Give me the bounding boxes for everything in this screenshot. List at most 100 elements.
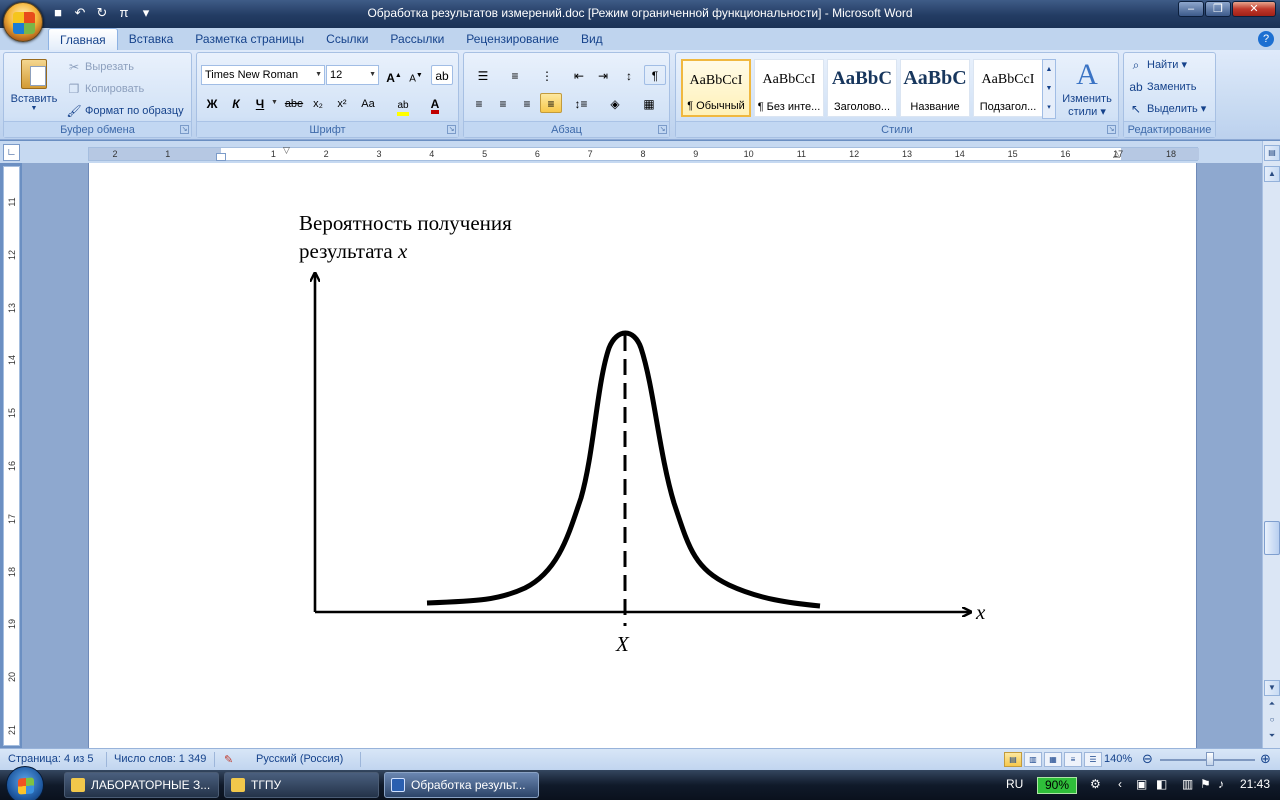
ruler-toggle-icon[interactable]: ▤ (1264, 145, 1280, 161)
tab-home[interactable]: Главная (48, 28, 118, 50)
replace-button[interactable]: ab Заменить (1128, 77, 1196, 97)
show-marks-icon[interactable]: ¶ (644, 65, 666, 85)
font-color-icon[interactable]: A (421, 93, 449, 114)
outline-view-icon[interactable]: ≡ (1064, 752, 1082, 767)
scroll-thumb[interactable] (1264, 521, 1280, 555)
select-button[interactable]: ↖ Выделить ▾ (1128, 99, 1206, 119)
tab-insert[interactable]: Вставка (118, 28, 185, 50)
font-name-combo[interactable]: Times New Roman ▼ (201, 65, 325, 85)
tray-icon[interactable]: ⚙ (1090, 777, 1101, 791)
style-no-spacing[interactable]: AaBbCcI ¶ Без инте... (754, 59, 824, 117)
borders-icon[interactable]: ▦ (634, 93, 664, 113)
align-right-icon[interactable]: ≡ (516, 93, 538, 113)
underline-button[interactable]: Ч (249, 93, 271, 113)
prev-page-icon[interactable]: ⏶ (1264, 697, 1280, 713)
numbering-icon[interactable]: ≡ (500, 65, 530, 85)
tab-view[interactable]: Вид (570, 28, 614, 50)
next-page-icon[interactable]: ⏷ (1264, 729, 1280, 745)
minimize-button[interactable]: – (1178, 1, 1204, 17)
align-left-icon[interactable]: ≡ (468, 93, 490, 113)
superscript-button[interactable]: x² (331, 93, 353, 113)
left-indent-marker[interactable] (216, 153, 226, 161)
styles-gallery-scroll[interactable]: ▲ ▼ ▾ (1042, 59, 1056, 119)
proofing-icon[interactable]: ✎ (224, 753, 233, 766)
zoom-slider-thumb[interactable] (1206, 752, 1214, 766)
decrease-indent-icon[interactable]: ⇤ (568, 65, 590, 85)
font-size-combo[interactable]: 12 ▼ (326, 65, 379, 85)
vertical-scrollbar[interactable]: ▤ ▲ ▼ ⏶ ○ ⏷ (1262, 141, 1280, 748)
scroll-up-button[interactable]: ▲ (1264, 166, 1280, 182)
align-center-icon[interactable]: ≡ (492, 93, 514, 113)
underline-dropdown-icon[interactable]: ▼ (271, 99, 278, 106)
bullets-icon[interactable]: ☰ (468, 65, 498, 85)
clock[interactable]: 21:43 (1240, 777, 1270, 791)
increase-indent-icon[interactable]: ⇥ (592, 65, 614, 85)
first-line-indent-marker[interactable]: ▽ (283, 145, 290, 156)
scroll-down-button[interactable]: ▼ (1264, 680, 1280, 696)
zoom-level[interactable]: 140% (1104, 753, 1132, 765)
sort-icon[interactable]: ↕ (618, 65, 640, 85)
style-heading1[interactable]: AaBbC Заголово... (827, 59, 897, 117)
paste-button[interactable]: Вставить ▼ (8, 55, 60, 121)
tray-app-icon[interactable]: ◧ (1156, 777, 1167, 791)
format-painter-button[interactable]: 🖌 Формат по образцу (66, 101, 183, 121)
network-icon[interactable]: ▣ (1136, 777, 1147, 791)
change-case-button[interactable]: Aa (355, 93, 381, 113)
shrink-font-icon[interactable]: A▼ (405, 65, 427, 85)
line-spacing-icon[interactable]: ↕≡ (566, 93, 596, 113)
highlight-icon[interactable]: ab (389, 93, 417, 116)
change-styles-button[interactable]: A Изменить стили ▾ (1058, 57, 1116, 121)
tray-expand-icon[interactable]: ‹ (1118, 777, 1122, 791)
subscript-button[interactable]: x₂ (307, 93, 329, 113)
style-title[interactable]: AaBbC Название (900, 59, 970, 117)
tray-flag-icon[interactable]: ⚑ (1200, 777, 1211, 791)
find-button[interactable]: ⌕ Найти ▾ (1128, 55, 1187, 75)
zoom-out-icon[interactable]: ⊖ (1142, 751, 1153, 767)
tab-mailings[interactable]: Рассылки (379, 28, 455, 50)
clear-format-icon[interactable]: ab (431, 65, 453, 85)
language-bar[interactable]: RU (1006, 777, 1023, 791)
draft-view-icon[interactable]: ☰ (1084, 752, 1102, 767)
italic-button[interactable]: К (225, 93, 247, 113)
language-indicator[interactable]: Русский (Россия) (256, 753, 343, 765)
office-button[interactable] (3, 2, 43, 42)
right-indent-marker[interactable]: △ (1113, 149, 1120, 160)
select-browse-object-icon[interactable]: ○ (1264, 713, 1280, 729)
font-launcher-icon[interactable]: ↘ (447, 125, 456, 134)
paragraph-launcher-icon[interactable]: ↘ (658, 125, 667, 134)
styles-launcher-icon[interactable]: ↘ (1107, 125, 1116, 134)
bold-button[interactable]: Ж (201, 93, 223, 113)
battery-indicator[interactable]: 90% (1037, 777, 1077, 794)
tab-review[interactable]: Рецензирование (455, 28, 570, 50)
horizontal-ruler[interactable]: 2 1 1 2 3 4 5 6 7 8 9 10 11 12 13 14 15 16 17 18 ▽ △ (88, 145, 1199, 161)
style-subtitle[interactable]: AaBbCcI Подзагол... (973, 59, 1043, 117)
web-layout-icon[interactable]: ▦ (1044, 752, 1062, 767)
tray-device-icon[interactable]: ▥ (1182, 777, 1193, 791)
vertical-ruler[interactable]: 11 12 13 14 15 16 17 18 19 20 21 (3, 166, 20, 746)
style-normal[interactable]: AaBbCcI ¶ Обычный (681, 59, 751, 117)
grow-font-icon[interactable]: A▲ (383, 65, 405, 85)
maximize-button[interactable]: ❐ (1205, 1, 1231, 17)
tab-references[interactable]: Ссылки (315, 28, 379, 50)
document-page[interactable]: Вероятность получения результата x x X (88, 163, 1197, 748)
multilevel-list-icon[interactable]: ⋮ (532, 65, 562, 85)
close-button[interactable]: ✕ (1232, 1, 1276, 17)
strikethrough-button[interactable]: abe (283, 93, 305, 113)
taskbar-item-word[interactable]: Обработка результ... (384, 772, 539, 798)
tab-page-layout[interactable]: Разметка страницы (184, 28, 315, 50)
word-count[interactable]: Число слов: 1 349 (114, 753, 206, 765)
taskbar-item-folder-tgpu[interactable]: ТГПУ (224, 772, 379, 798)
shading-icon[interactable]: ◈ (600, 93, 630, 113)
copy-button[interactable]: ❐ Копировать (66, 79, 145, 99)
justify-icon[interactable]: ≡ (540, 93, 562, 113)
print-layout-view-icon[interactable]: ▤ (1004, 752, 1022, 767)
tab-stop-selector[interactable]: ∟ (3, 144, 20, 161)
cut-button[interactable]: ✂ Вырезать (66, 57, 134, 77)
page-indicator[interactable]: Страница: 4 из 5 (8, 753, 94, 765)
help-icon[interactable]: ? (1258, 31, 1274, 47)
start-button[interactable] (6, 766, 44, 800)
volume-icon[interactable]: ♪ (1218, 777, 1224, 791)
zoom-in-icon[interactable]: ⊕ (1260, 751, 1271, 767)
taskbar-item-folder-labs[interactable]: ЛАБОРАТОРНЫЕ З... (64, 772, 219, 798)
clipboard-launcher-icon[interactable]: ↘ (180, 125, 189, 134)
